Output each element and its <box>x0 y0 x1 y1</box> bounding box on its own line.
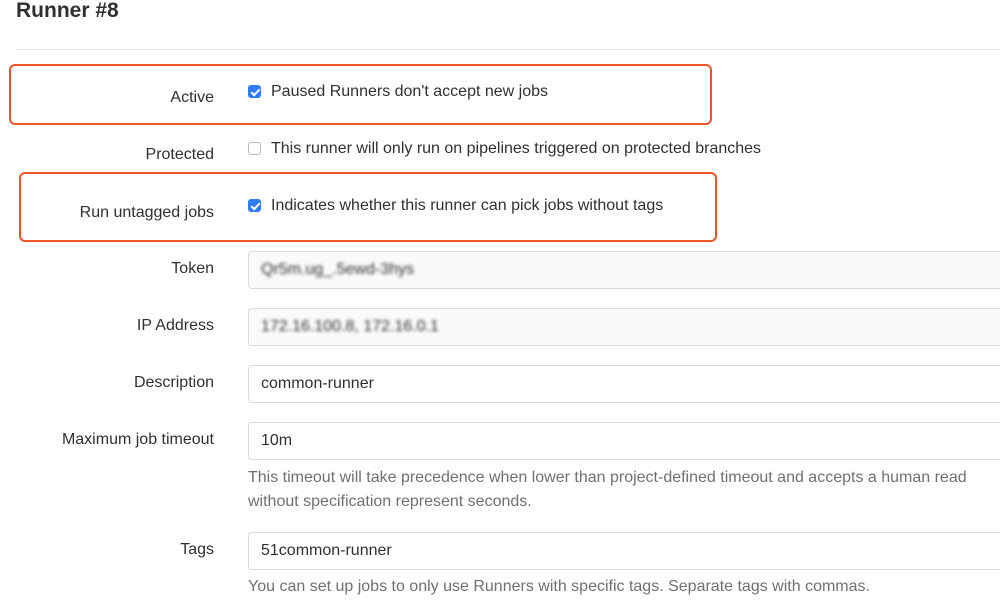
tags-input[interactable]: 51common-runner <box>248 532 1000 570</box>
run-untagged-label: Run untagged jobs <box>79 204 214 221</box>
protected-label: Protected <box>145 146 214 163</box>
max-timeout-label: Maximum job timeout <box>61 431 214 448</box>
max-timeout-help-line1: This timeout will take precedence when l… <box>248 469 967 486</box>
tags-label: Tags <box>180 541 214 558</box>
max-timeout-help-line2: without specification represent seconds. <box>248 493 532 510</box>
max-timeout-value: 10m <box>261 432 293 449</box>
max-timeout-input[interactable]: 10m <box>248 422 1000 460</box>
token-field[interactable]: Qr5m.ug_.5ewd-3hys <box>248 251 1000 289</box>
ip-address-field[interactable]: 172.16.100.8, 172.16.0.1 <box>248 308 1000 346</box>
title-divider <box>16 49 1000 50</box>
run-untagged-checkbox[interactable] <box>248 199 261 212</box>
tags-help: You can set up jobs to only use Runners … <box>248 578 870 595</box>
page-title: Runner #8 <box>16 0 119 22</box>
ip-address-value: 172.16.100.8, 172.16.0.1 <box>261 318 439 335</box>
description-label: Description <box>133 374 214 391</box>
tags-value: 51common-runner <box>261 542 392 559</box>
run-untagged-checkbox-text[interactable]: Indicates whether this runner can pick j… <box>271 197 663 215</box>
protected-checkbox[interactable] <box>248 142 261 155</box>
active-label: Active <box>170 89 214 106</box>
ip-address-label: IP Address <box>136 317 214 334</box>
token-label: Token <box>171 260 214 277</box>
token-value: Qr5m.ug_.5ewd-3hys <box>261 261 414 278</box>
active-checkbox-text[interactable]: Paused Runners don't accept new jobs <box>271 83 548 101</box>
description-input[interactable]: common-runner <box>248 365 1000 403</box>
active-checkbox[interactable] <box>248 85 261 98</box>
protected-checkbox-text[interactable]: This runner will only run on pipelines t… <box>271 140 761 158</box>
description-value: common-runner <box>261 375 374 392</box>
